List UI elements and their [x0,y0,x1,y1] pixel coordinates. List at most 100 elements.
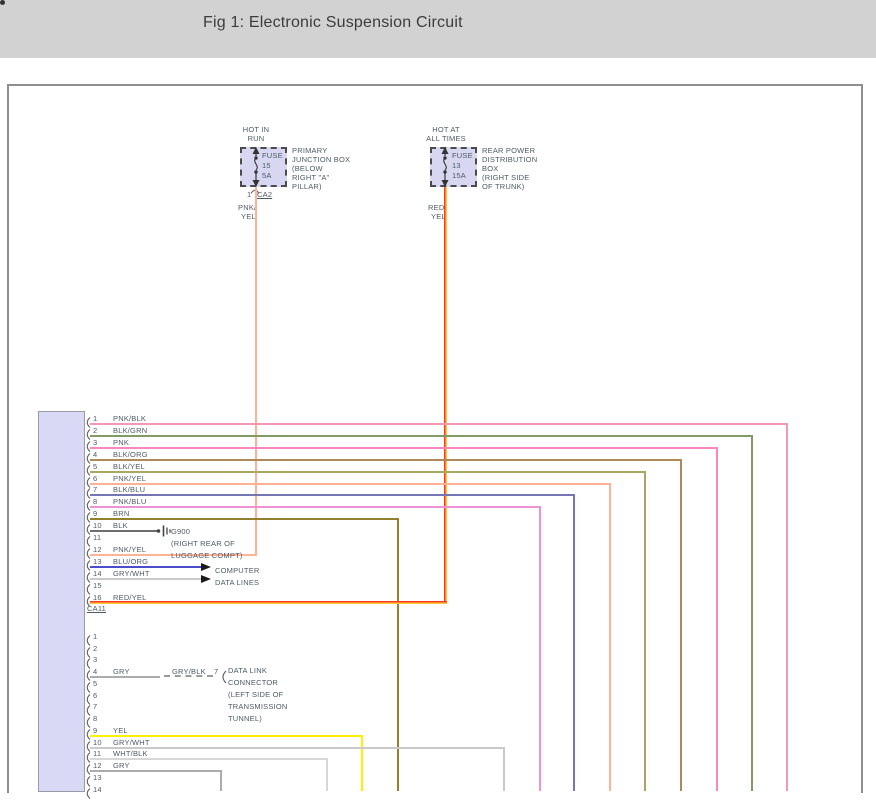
wire-vertical [503,747,505,792]
splice-dot [0,0,5,5]
pin-number: 1 [93,632,97,641]
wire-horizontal [90,530,159,532]
wire-label: GRY [113,667,130,676]
fuse-hot-label: HOT AT [411,125,481,134]
wire-label: GRY/WHT [113,738,150,747]
pin-number: 1 [93,414,97,423]
wire-vertical [786,423,788,791]
pin-hook-icon [84,776,91,787]
wire-vertical [644,471,646,791]
pin-number: 13 [93,557,102,566]
fuse-box-note: OF TRUNK) [482,182,525,191]
wire-pnk-yel-vertical [255,187,257,556]
fuse-number: 13 [452,161,461,170]
wiring-diagram: HOT INRUNFUSE155APRIMARYJUNCTION BOX(BEL… [0,0,876,809]
pin-hook-icon [84,658,91,669]
wire-label: PNK/BLU [113,497,147,506]
fuse-amps: 15A [452,171,466,180]
fuse-box-note: PILLAR) [292,182,322,191]
wire-vertical [220,770,222,791]
wire-horizontal [90,758,328,760]
fuse-hot-label: RUN [221,134,291,143]
wire-vertical [716,447,718,791]
wire-horizontal [90,770,222,772]
pin-number: 10 [93,738,102,747]
wire-vertical [397,518,399,791]
wire-vertical [609,483,611,792]
wire-vertical [361,735,363,791]
pin-number: 7 [93,485,97,494]
pin-number: 15 [93,581,102,590]
wire-label: PNK/YEL [113,545,146,554]
pin-number: 12 [93,545,102,554]
computer-data-lines-label: COMPUTER [215,566,260,575]
dlc-note: TRANSMISSION [228,702,288,711]
fuse-box-note: (BELOW [292,164,323,173]
pin-number: 6 [93,691,97,700]
wire-horizontal [90,494,575,496]
dlc-note: CONNECTOR [228,678,278,687]
wire-horizontal [90,483,611,485]
fuse-box-note: (RIGHT SIDE [482,173,529,182]
wire-horizontal [90,676,160,678]
pin-hook-icon [84,536,91,547]
fuse-element-icon [439,147,451,187]
pin-hook-icon [84,584,91,595]
wire-horizontal [90,735,363,737]
fuse-box-note: RIGHT "A" [292,173,329,182]
dlc-note: DATA LINK [228,666,267,675]
wire-label: GRY/WHT [113,569,150,578]
connector1-id[interactable]: CA11 [87,604,106,613]
connector-block [38,411,85,792]
pin-number: 2 [93,426,97,435]
wire-vertical [573,494,575,791]
wire-label: PNK [113,438,129,447]
pin-number: 11 [93,533,101,542]
fuse-hot-label: HOT IN [221,125,291,134]
wire-horizontal [90,518,399,520]
fuse-element-icon [250,147,262,187]
wire-label: WHT/BLK [113,749,148,758]
fuse-box-note: PRIMARY [292,146,327,155]
pin-hook-icon [84,705,91,716]
pin-number: 8 [93,497,97,506]
dlc-pin-number: 7 [214,667,218,676]
wire-label: BLK/YEL [113,462,145,471]
wire-horizontal [90,459,682,461]
pin-hook-icon [84,788,91,799]
fuse-box-note: REAR POWER [482,146,535,155]
wire-horizontal [90,506,541,508]
fuse-name: FUSE [262,151,283,160]
pin-number: 5 [93,462,97,471]
wire-horizontal [90,566,202,568]
fuse-hot-label: ALL TIMES [411,134,481,143]
fuse-number: 15 [262,161,271,170]
fuse-wire-label: PNK/ [238,203,256,212]
pin-number: 6 [93,474,97,483]
pin-number: 10 [93,521,102,530]
pin-number: 3 [93,438,97,447]
wire-red-yel-horizontal [90,601,447,604]
pin-number: 7 [93,702,97,711]
wire-label: BLK [113,521,128,530]
pin-number: 5 [93,679,97,688]
computer-data-lines-label: DATA LINES [215,578,259,587]
pin-hook-icon [84,682,91,693]
pin-number: 12 [93,761,102,770]
dlc-note: (LEFT SIDE OF [228,690,283,699]
fuse-wire-label: YEL [241,212,256,221]
ground-id: G900 [171,527,190,536]
data-line-arrow-icon [201,575,211,583]
ground-note: LUGGAGE COMPT) [171,551,243,560]
wire-label: PNK/BLK [113,414,146,423]
wire-vertical [326,758,328,791]
pin-number: 2 [93,644,97,653]
pin-hook-icon [84,717,91,728]
fuse-box-note: BOX [482,164,498,173]
wire-horizontal [90,578,202,580]
pin-hook-icon [84,647,91,658]
pin-hook-icon [84,694,91,705]
wire-label: PNK/YEL [113,474,146,483]
pin-number: 13 [93,773,102,782]
fuse-box-note: DISTRIBUTION [482,155,537,164]
